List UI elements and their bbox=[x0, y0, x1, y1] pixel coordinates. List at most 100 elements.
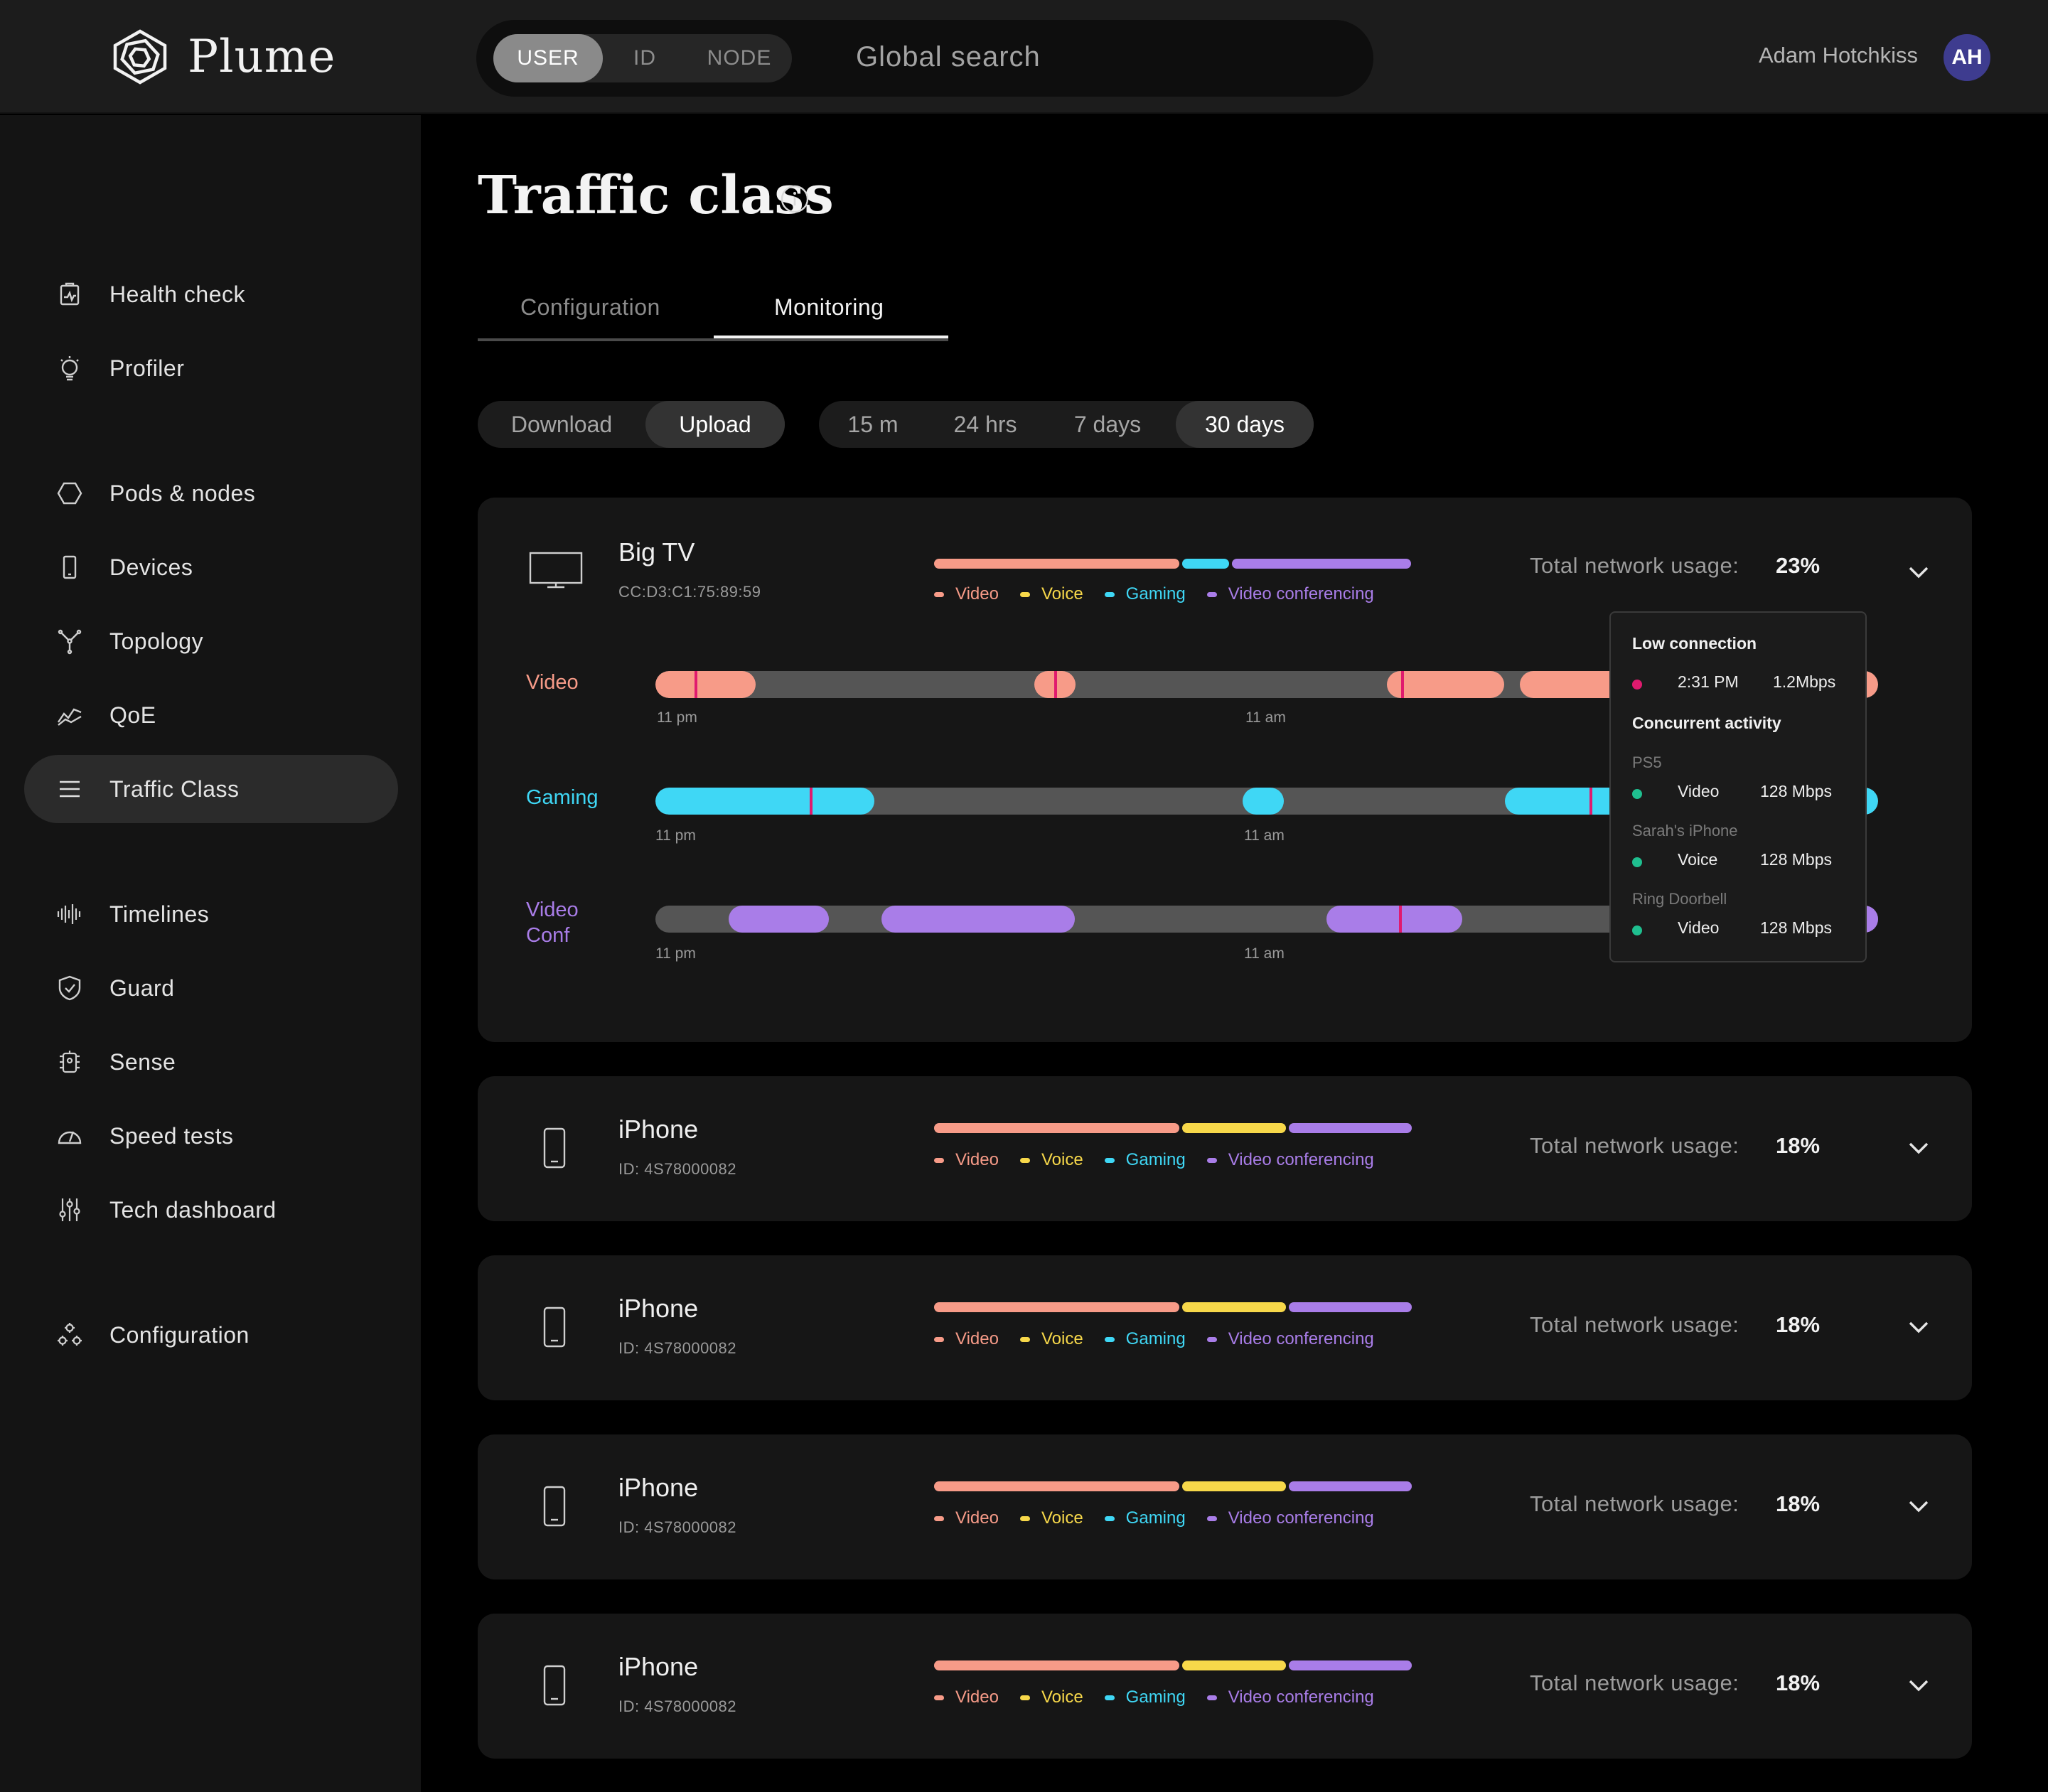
legend-voice: Voice bbox=[1041, 1688, 1083, 1707]
device-card-iphone[interactable]: iPhone ID: 4S78000082 Video Voice Gaming… bbox=[478, 1434, 1972, 1579]
sidebar-item-configuration[interactable]: Configuration bbox=[24, 1301, 398, 1369]
sidebar-item-sense[interactable]: Sense bbox=[24, 1028, 398, 1096]
device-card-iphone[interactable]: iPhone ID: 4S78000082 Video Voice Gaming… bbox=[478, 1076, 1972, 1221]
sidebar-item-label: Tech dashboard bbox=[109, 1196, 277, 1223]
low-connection-marker[interactable] bbox=[1589, 788, 1592, 815]
sidebar-item-label: Health check bbox=[109, 281, 245, 307]
sidebar-item-guard[interactable]: Guard bbox=[24, 954, 398, 1022]
upload-filter-button[interactable]: Upload bbox=[645, 401, 785, 448]
device-card-iphone[interactable]: iPhone ID: 4S78000082 Video Voice Gaming… bbox=[478, 1255, 1972, 1400]
time-15m-button[interactable]: 15 m bbox=[819, 401, 927, 448]
time-24h-button[interactable]: 24 hrs bbox=[927, 401, 1044, 448]
scope-id-button[interactable]: ID bbox=[603, 34, 687, 82]
low-connection-marker[interactable] bbox=[810, 788, 813, 815]
sidebar-item-label: Guard bbox=[109, 975, 175, 1001]
sidebar-item-health-check[interactable]: Health check bbox=[24, 260, 398, 328]
chevron-down-icon[interactable] bbox=[1907, 1678, 1931, 1693]
logo-text: Plume bbox=[188, 31, 336, 83]
legend-video-conferencing: Video conferencing bbox=[1228, 1508, 1374, 1528]
usage-value: 18% bbox=[1776, 1133, 1821, 1158]
activity-segment[interactable] bbox=[655, 671, 756, 698]
scope-user-button[interactable]: USER bbox=[493, 34, 603, 82]
sidebar-item-speed-tests[interactable]: Speed tests bbox=[24, 1102, 398, 1170]
timeline-label-gaming: Gaming bbox=[526, 786, 599, 809]
device-id: ID: 4S78000082 bbox=[618, 1160, 737, 1178]
global-search-bar[interactable]: USER ID NODE Global search bbox=[476, 20, 1373, 97]
phone-icon bbox=[54, 552, 85, 583]
device-card-iphone[interactable]: iPhone ID: 4S78000082 Video Voice Gaming… bbox=[478, 1614, 1972, 1759]
shield-icon bbox=[54, 972, 85, 1004]
sidebar-item-qoe[interactable]: QoE bbox=[24, 681, 398, 749]
mix-segment-video bbox=[934, 1481, 1179, 1491]
traffic-mix-bar bbox=[934, 1123, 1412, 1133]
activity-segment[interactable] bbox=[1387, 671, 1504, 698]
activity-segment[interactable] bbox=[655, 788, 874, 815]
activity-segment[interactable] bbox=[729, 906, 829, 933]
time-range-filter: 15 m 24 hrs 7 days 30 days bbox=[819, 401, 1314, 448]
activity-segment[interactable] bbox=[1243, 788, 1284, 815]
search-input[interactable]: Global search bbox=[856, 41, 1041, 73]
legend-voice: Voice bbox=[1041, 584, 1083, 603]
time-7d-button[interactable]: 7 days bbox=[1044, 401, 1172, 448]
plume-logo[interactable]: Plume bbox=[108, 27, 336, 87]
concurrent-type: Video bbox=[1678, 782, 1720, 800]
mix-segment-gaming bbox=[1182, 559, 1229, 569]
chevron-down-icon[interactable] bbox=[1907, 1498, 1931, 1514]
traffic-mix-bar bbox=[934, 1302, 1412, 1312]
sidebar-item-tech-dashboard[interactable]: Tech dashboard bbox=[24, 1176, 398, 1244]
sidebar-item-timelines[interactable]: Timelines bbox=[24, 880, 398, 948]
traffic-legend: Video Voice Gaming Video conferencing bbox=[934, 1688, 1395, 1707]
sidebar-item-label: Speed tests bbox=[109, 1122, 234, 1149]
topology-icon bbox=[54, 626, 85, 657]
tab-monitoring[interactable]: Monitoring bbox=[774, 294, 884, 321]
sidebar-item-label: QoE bbox=[109, 702, 156, 728]
low-connection-marker[interactable] bbox=[695, 671, 697, 698]
chevron-down-icon[interactable] bbox=[1907, 1319, 1931, 1335]
traffic-mix-bar bbox=[934, 1660, 1412, 1670]
activity-segment[interactable] bbox=[881, 906, 1075, 933]
usage-label: Total network usage: bbox=[1530, 1133, 1739, 1158]
sidebar-item-topology[interactable]: Topology bbox=[24, 607, 398, 675]
info-icon[interactable] bbox=[779, 183, 810, 215]
chevron-down-icon[interactable] bbox=[1907, 564, 1931, 580]
tick-label: 11 pm bbox=[657, 709, 697, 726]
low-connection-marker[interactable] bbox=[1401, 671, 1404, 698]
concurrent-rate: 128 Mbps bbox=[1760, 850, 1833, 869]
mix-segment-video-conferencing bbox=[1232, 559, 1411, 569]
gears-icon bbox=[54, 1319, 85, 1351]
time-30d-button[interactable]: 30 days bbox=[1176, 401, 1314, 448]
sidebar-item-devices[interactable]: Devices bbox=[24, 533, 398, 601]
traffic-legend: Video Voice Gaming Video conferencing bbox=[934, 584, 1395, 604]
legend-video-conferencing: Video conferencing bbox=[1228, 1150, 1374, 1169]
sense-icon bbox=[54, 1046, 85, 1078]
tab-configuration[interactable]: Configuration bbox=[520, 294, 660, 321]
mix-segment-video-conferencing bbox=[1289, 1302, 1412, 1312]
legend-gaming: Gaming bbox=[1125, 584, 1186, 603]
user-name[interactable]: Adam Hotchkiss bbox=[1759, 43, 1918, 68]
avatar[interactable]: AH bbox=[1944, 34, 1990, 81]
mix-segment-video bbox=[934, 559, 1179, 569]
activity-segment[interactable] bbox=[1326, 906, 1462, 933]
legend-voice: Voice bbox=[1041, 1508, 1083, 1528]
scope-node-button[interactable]: NODE bbox=[687, 34, 792, 82]
sidebar-item-traffic-class[interactable]: Traffic Class bbox=[24, 755, 398, 823]
traffic-legend: Video Voice Gaming Video conferencing bbox=[934, 1329, 1395, 1349]
search-scope-toggle: USER ID NODE bbox=[493, 34, 792, 82]
low-connection-marker[interactable] bbox=[1054, 671, 1057, 698]
mix-segment-voice bbox=[1182, 1123, 1286, 1133]
mix-segment-video-conferencing bbox=[1289, 1481, 1412, 1491]
legend-video: Video bbox=[955, 584, 999, 603]
lightbulb-icon bbox=[54, 353, 85, 384]
traffic-legend: Video Voice Gaming Video conferencing bbox=[934, 1150, 1395, 1170]
usage-label: Total network usage: bbox=[1530, 1491, 1739, 1516]
status-dot bbox=[1632, 857, 1642, 867]
qoe-chart-icon bbox=[54, 699, 85, 731]
download-filter-button[interactable]: Download bbox=[478, 401, 645, 448]
sidebar: Health check Profiler Pods & nodes Devic… bbox=[0, 115, 421, 1792]
chevron-down-icon[interactable] bbox=[1907, 1140, 1931, 1156]
low-connection-marker[interactable] bbox=[1399, 906, 1402, 933]
sidebar-item-profiler[interactable]: Profiler bbox=[24, 334, 398, 402]
usage-label: Total network usage: bbox=[1530, 553, 1739, 578]
speedometer-icon bbox=[54, 1120, 85, 1152]
sidebar-item-pods-nodes[interactable]: Pods & nodes bbox=[24, 459, 398, 527]
